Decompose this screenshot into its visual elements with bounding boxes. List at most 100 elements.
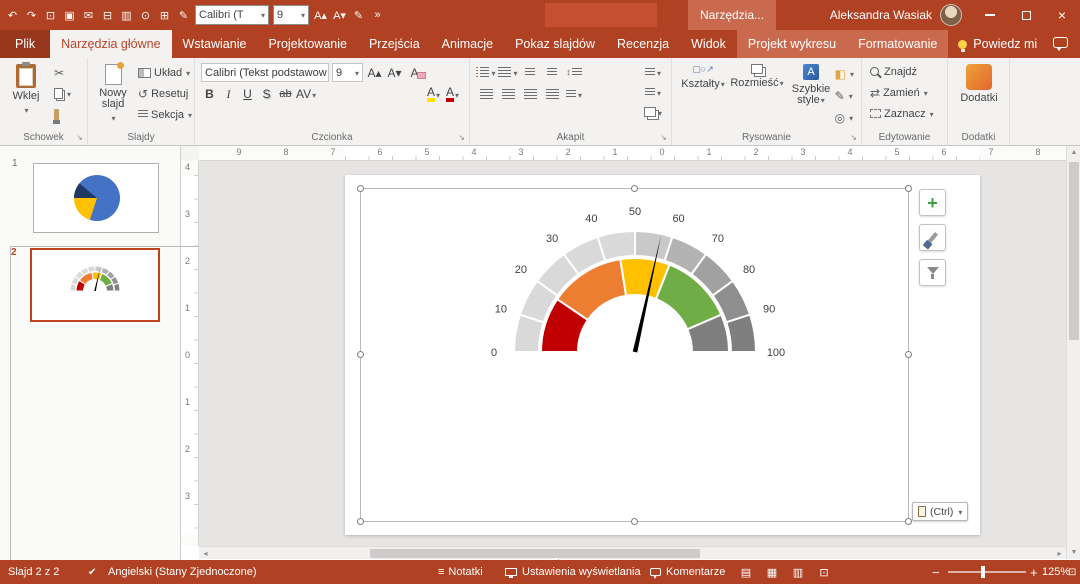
- new-slide-button[interactable]: Nowy slajd: [92, 61, 134, 124]
- clear-formatting-button[interactable]: A: [406, 64, 423, 82]
- tab-pokaz-slajdów[interactable]: Pokaz slajdów: [504, 30, 606, 58]
- scroll-right-arrow[interactable]: ▸: [1053, 547, 1066, 560]
- tab-formatowanie[interactable]: Formatowanie: [847, 30, 948, 58]
- grow-font-icon[interactable]: A▴: [311, 3, 330, 27]
- chart-styles-button[interactable]: [919, 224, 946, 251]
- qat-font-size-combo[interactable]: 9: [273, 5, 309, 25]
- shape-outline-button[interactable]: ✎: [833, 86, 856, 105]
- addins-button[interactable]: Dodatki: [958, 61, 1000, 104]
- justify-button[interactable]: [542, 85, 562, 103]
- tab-plik[interactable]: Plik: [0, 30, 50, 58]
- save-icon[interactable]: ▣: [60, 3, 79, 27]
- align-left-button[interactable]: [476, 85, 496, 103]
- zoom-slider-thumb[interactable]: [981, 566, 985, 578]
- tab-projektowanie[interactable]: Projektowanie: [257, 30, 358, 58]
- gauge-chart[interactable]: 0102030405060708090100: [460, 196, 810, 366]
- font-name-combo[interactable]: Calibri (Tekst podstawow: [201, 63, 329, 82]
- display-settings-button[interactable]: Ustawienia wyświetlania: [505, 560, 641, 584]
- zoom-slider[interactable]: [948, 571, 1026, 573]
- tab-narzędzia-główne[interactable]: Narzędzia główne: [50, 30, 171, 58]
- format-painter-button[interactable]: [52, 105, 73, 124]
- print-preview-icon[interactable]: ⊟: [98, 3, 117, 27]
- tell-me-button[interactable]: Powiedz mi: [948, 30, 1047, 58]
- undo-icon[interactable]: ↶: [3, 3, 22, 27]
- numbering-button[interactable]: [498, 63, 518, 81]
- start-slideshow-icon[interactable]: ⊡: [41, 3, 60, 27]
- zoom-in-button[interactable]: +: [1030, 560, 1038, 584]
- increase-indent-button[interactable]: [542, 63, 562, 81]
- text-direction-button[interactable]: [643, 63, 663, 81]
- grow-font-button[interactable]: A▴: [366, 64, 383, 82]
- format-painter-icon[interactable]: ✎: [349, 3, 368, 27]
- bold-button[interactable]: B: [201, 85, 218, 103]
- font-color-button[interactable]: A: [444, 85, 461, 103]
- italic-button[interactable]: I: [220, 85, 237, 103]
- proofing-status-icon[interactable]: ✔: [88, 560, 96, 584]
- convert-smartart-button[interactable]: [643, 103, 663, 121]
- reset-button[interactable]: ↺Resetuj: [136, 84, 194, 103]
- align-center-button[interactable]: [498, 85, 518, 103]
- qat-overflow-icon[interactable]: »: [368, 3, 387, 27]
- pin-icon[interactable]: ⊙: [136, 3, 155, 27]
- strikethrough-button[interactable]: ab: [277, 85, 294, 103]
- user-avatar[interactable]: [940, 4, 962, 26]
- slide-thumbnail-1[interactable]: [33, 163, 159, 233]
- language-status[interactable]: Angielski (Stany Zjednoczone): [108, 560, 257, 584]
- replace-button[interactable]: ⇄Zamień: [868, 83, 936, 102]
- comments-button[interactable]: Komentarze: [650, 560, 725, 584]
- character-spacing-button[interactable]: AV: [296, 85, 316, 103]
- font-size-combo[interactable]: 9: [332, 63, 363, 82]
- chart-icon[interactable]: ▥: [117, 3, 136, 27]
- find-button[interactable]: Znajdź: [868, 62, 936, 81]
- columns-button[interactable]: [564, 85, 584, 103]
- horizontal-scrollbar[interactable]: ◂ ▸: [199, 546, 1066, 559]
- copy-button[interactable]: [52, 84, 73, 103]
- font-dialog-launcher[interactable]: [456, 132, 467, 143]
- tab-recenzja[interactable]: Recenzja: [606, 30, 680, 58]
- bullets-button[interactable]: [476, 63, 496, 81]
- resize-handle-n[interactable]: [631, 185, 638, 192]
- notes-button[interactable]: ≡ Notatki: [438, 560, 483, 584]
- align-right-button[interactable]: [520, 85, 540, 103]
- layout-button[interactable]: Układ: [136, 63, 194, 82]
- quick-styles-button[interactable]: Szybkie style: [784, 64, 838, 106]
- cut-button[interactable]: ✂: [52, 63, 73, 82]
- vertical-scroll-thumb[interactable]: [1069, 162, 1079, 340]
- chart-filters-button[interactable]: [919, 259, 946, 286]
- minimize-button[interactable]: [972, 0, 1008, 30]
- shrink-font-icon[interactable]: A▾: [330, 3, 349, 27]
- resize-handle-w[interactable]: [357, 351, 364, 358]
- section-button[interactable]: Sekcja: [136, 105, 194, 124]
- scroll-left-arrow[interactable]: ◂: [199, 547, 212, 560]
- scroll-up-arrow[interactable]: ▲: [1067, 146, 1080, 159]
- redo-icon[interactable]: ↷: [22, 3, 41, 27]
- paragraph-dialog-launcher[interactable]: [658, 132, 669, 143]
- slide-sorter-button[interactable]: ▦: [761, 560, 783, 584]
- tab-przejścia[interactable]: Przejścia: [358, 30, 431, 58]
- email-icon[interactable]: ✉: [79, 3, 98, 27]
- paste-options-button[interactable]: (Ctrl): [912, 502, 968, 521]
- shape-fill-button[interactable]: ◧: [833, 64, 856, 83]
- shape-effects-button[interactable]: ◎: [833, 108, 856, 127]
- qat-font-name-combo[interactable]: Calibri (T: [195, 5, 269, 25]
- fit-to-window-button[interactable]: ⊡: [1068, 560, 1076, 584]
- underline-button[interactable]: U: [239, 85, 256, 103]
- resize-handle-s[interactable]: [631, 518, 638, 525]
- vertical-scrollbar[interactable]: ▲ ▼: [1066, 146, 1080, 559]
- resize-handle-sw[interactable]: [357, 518, 364, 525]
- shrink-font-button[interactable]: A▾: [386, 64, 403, 82]
- restore-button[interactable]: [1008, 0, 1044, 30]
- text-highlight-button[interactable]: A: [425, 85, 442, 103]
- tab-projekt-wykresu[interactable]: Projekt wykresu: [737, 30, 847, 58]
- select-button[interactable]: Zaznacz: [868, 104, 936, 123]
- align-text-button[interactable]: [643, 83, 663, 101]
- shapes-button[interactable]: ▢○↗ Kształty: [676, 64, 730, 90]
- chart-elements-button[interactable]: +: [919, 189, 946, 216]
- drawing-dialog-launcher[interactable]: [848, 132, 859, 143]
- account-user[interactable]: Aleksandra Wasiak: [830, 0, 962, 30]
- resize-handle-e[interactable]: [905, 351, 912, 358]
- close-button[interactable]: ×: [1044, 0, 1080, 30]
- table-icon[interactable]: ⊞: [155, 3, 174, 27]
- slideshow-button[interactable]: ⊡: [813, 560, 835, 584]
- tab-animacje[interactable]: Animacje: [431, 30, 504, 58]
